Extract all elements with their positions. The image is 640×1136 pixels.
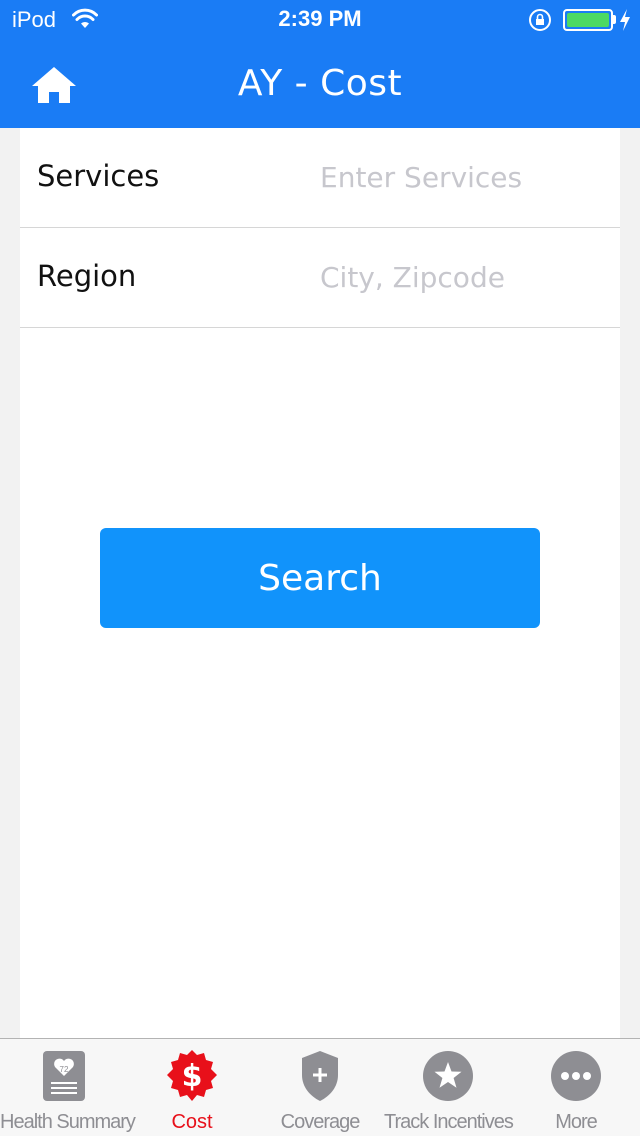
services-label: Services	[37, 159, 160, 193]
tab-label-more: More	[555, 1111, 598, 1133]
region-input[interactable]	[320, 252, 610, 302]
star-icon	[423, 1051, 473, 1101]
dollar-icon: $	[167, 1050, 217, 1101]
region-row: Region	[20, 228, 620, 328]
page-title: AY - Cost	[237, 63, 403, 104]
battery-icon	[563, 9, 613, 31]
charging-bolt-icon	[620, 9, 630, 31]
rotation-lock-icon	[529, 9, 551, 31]
battery-tip	[613, 15, 616, 24]
tab-label-coverage: Coverage	[280, 1111, 361, 1133]
tab-health-summary[interactable]: 72 Health Summary	[0, 1039, 136, 1136]
navigation-bar: AY - Cost	[0, 40, 640, 128]
search-button[interactable]: Search	[100, 528, 540, 628]
svg-text:$: $	[182, 1059, 203, 1094]
tab-label-health-summary: Health Summary	[0, 1111, 136, 1133]
services-row: Services	[20, 128, 620, 228]
shield-plus-icon	[302, 1051, 338, 1101]
more-icon	[551, 1051, 601, 1101]
content-panel: Services Region Search	[20, 128, 620, 1038]
tab-track-incentives[interactable]: Track Incentives	[384, 1039, 514, 1136]
services-input[interactable]	[320, 152, 610, 202]
tab-coverage[interactable]: Coverage	[256, 1039, 384, 1136]
tab-more[interactable]: More	[512, 1039, 640, 1136]
health-score-badge: 72	[60, 1065, 69, 1074]
tab-label-cost: Cost	[171, 1111, 213, 1133]
status-bar: iPod 2:39 PM	[0, 0, 640, 40]
tab-bar: 72 Health Summary $ Cost Coverage Track …	[0, 1038, 640, 1136]
tab-cost[interactable]: $ Cost	[128, 1039, 256, 1136]
health-summary-icon: 72	[43, 1051, 85, 1101]
region-label: Region	[37, 259, 137, 293]
tab-label-track-incentives: Track Incentives	[384, 1111, 514, 1133]
